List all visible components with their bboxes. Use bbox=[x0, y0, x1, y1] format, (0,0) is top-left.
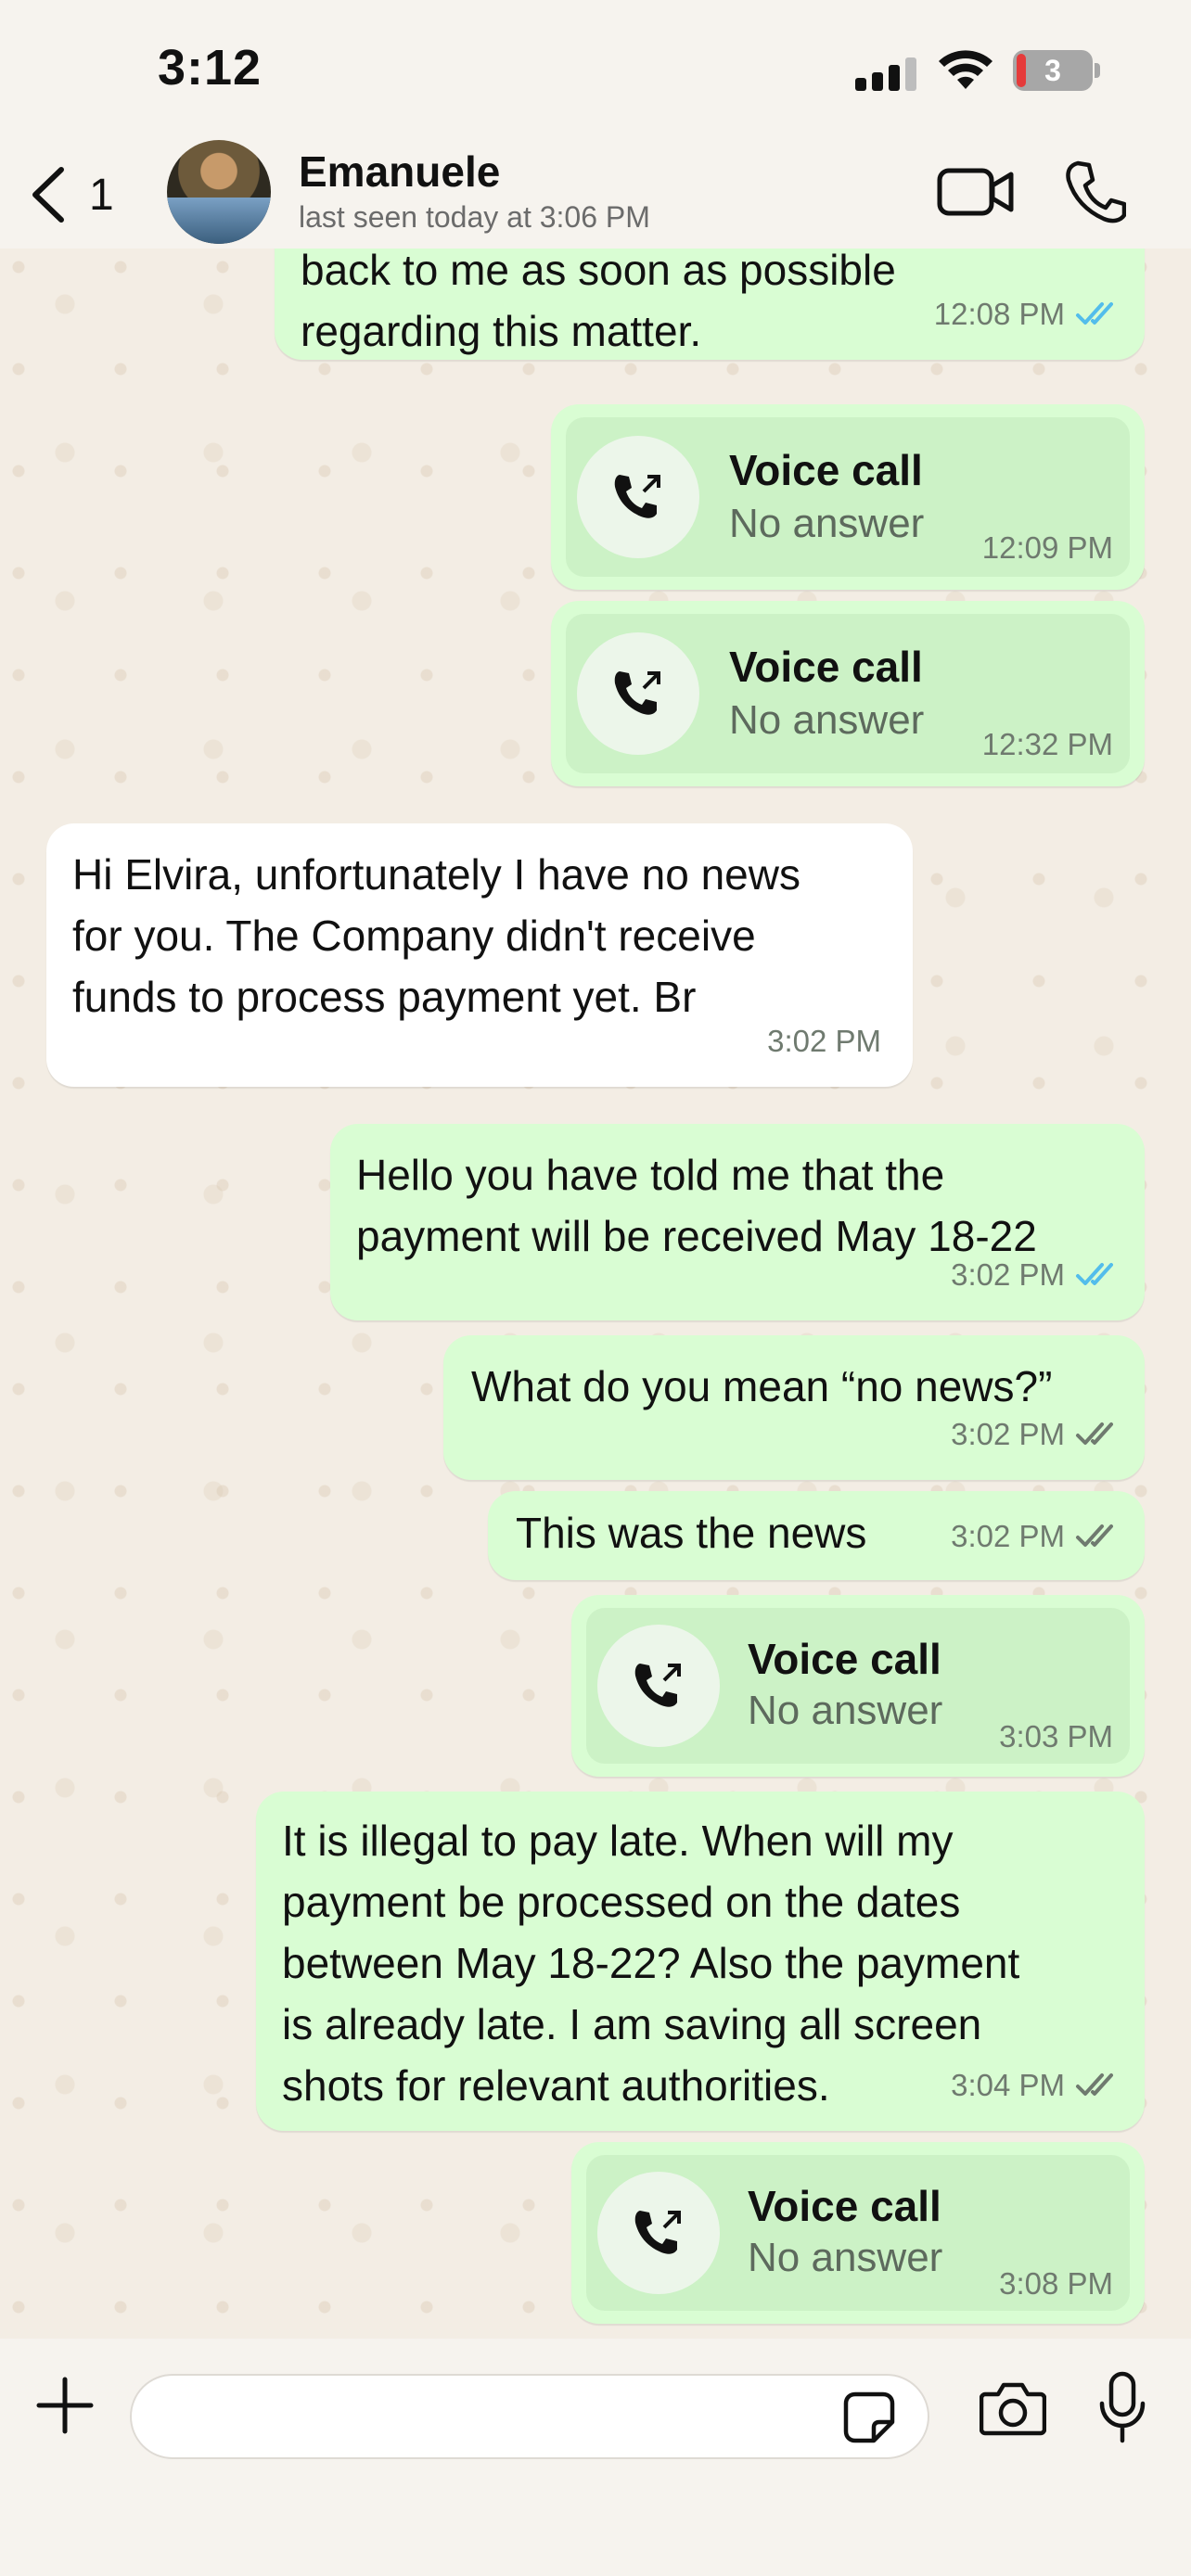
avatar[interactable] bbox=[167, 140, 271, 244]
voice-call-message[interactable]: Voice call No answer 12:09 PM bbox=[551, 404, 1145, 590]
camera-icon[interactable] bbox=[980, 2379, 1046, 2437]
sticker-icon[interactable] bbox=[842, 2391, 896, 2444]
message-text: This was the news bbox=[516, 1509, 867, 1557]
call-title: Voice call bbox=[729, 643, 923, 691]
message-time: 3:02 PM bbox=[951, 1519, 1065, 1553]
call-status: No answer bbox=[729, 697, 925, 743]
read-ticks-icon bbox=[1076, 1263, 1113, 1285]
message-text: back to me as soon as possible regarding… bbox=[301, 249, 896, 355]
call-time: 3:03 PM bbox=[999, 1719, 1113, 1753]
call-title: Voice call bbox=[748, 1635, 941, 1683]
wifi-icon bbox=[939, 50, 992, 89]
message-time: 3:02 PM bbox=[951, 1417, 1065, 1451]
message-meta: 3:02 PM bbox=[767, 1011, 881, 1072]
back-button[interactable]: 1 bbox=[28, 158, 114, 232]
message-time: 3:04 PM bbox=[951, 2068, 1065, 2102]
outgoing-message[interactable]: This was the news 3:02 PM bbox=[488, 1491, 1145, 1580]
message-input[interactable] bbox=[130, 2374, 929, 2459]
delivered-ticks-icon bbox=[1076, 2073, 1113, 2096]
call-status: No answer bbox=[748, 2235, 943, 2280]
outgoing-message[interactable]: It is illegal to pay late. When will my … bbox=[256, 1792, 1145, 2131]
unread-count: 1 bbox=[89, 170, 114, 220]
contact-name[interactable]: Emanuele bbox=[299, 147, 500, 197]
voice-call-message[interactable]: Voice call No answer 3:03 PM bbox=[571, 1595, 1145, 1777]
microphone-icon[interactable] bbox=[1095, 2370, 1150, 2444]
call-status: No answer bbox=[748, 1688, 943, 1733]
call-time: 12:09 PM bbox=[981, 530, 1113, 565]
phone-icon[interactable] bbox=[1065, 159, 1126, 224]
delivered-ticks-icon bbox=[1076, 1422, 1113, 1445]
call-status: No answer bbox=[729, 501, 925, 546]
cellular-signal-icon bbox=[855, 57, 916, 91]
outgoing-message[interactable]: What do you mean “no news?” 3:02 PM bbox=[443, 1335, 1145, 1480]
call-time: 3:08 PM bbox=[999, 2266, 1113, 2301]
plus-icon[interactable] bbox=[35, 2376, 95, 2435]
video-call-icon[interactable] bbox=[937, 163, 1015, 221]
message-time: 3:02 PM bbox=[951, 1257, 1065, 1292]
voice-call-message[interactable]: Voice call No answer 3:08 PM bbox=[571, 2142, 1145, 2324]
outgoing-message[interactable]: Hello you have told me that the payment … bbox=[330, 1124, 1145, 1320]
battery-level: 3 bbox=[1044, 54, 1061, 87]
chat-background: back to me as soon as possible regarding… bbox=[0, 249, 1191, 2339]
message-composer bbox=[0, 2339, 1191, 2576]
delivered-ticks-icon bbox=[1076, 1524, 1113, 1547]
call-title: Voice call bbox=[748, 2182, 941, 2230]
call-time: 12:32 PM bbox=[981, 727, 1113, 761]
message-meta: 3:02 PM bbox=[951, 1404, 1121, 1465]
chevron-left-icon bbox=[32, 167, 64, 223]
incoming-message[interactable]: Hi Elvira, unfortunately I have no news … bbox=[46, 823, 913, 1087]
chat-header: 1 Emanuele last seen today at 3:06 PM bbox=[0, 139, 1191, 249]
call-title: Voice call bbox=[729, 446, 923, 494]
outgoing-call-icon bbox=[577, 632, 699, 755]
voice-call-message[interactable]: Voice call No answer 12:32 PM bbox=[551, 601, 1145, 786]
outgoing-call-icon bbox=[597, 2172, 720, 2294]
message-meta: 3:02 PM bbox=[951, 1244, 1121, 1306]
status-time: 3:12 bbox=[158, 40, 263, 96]
read-ticks-icon bbox=[1076, 302, 1113, 325]
message-meta: 3:02 PM bbox=[951, 1506, 1121, 1567]
message-time: 3:02 PM bbox=[767, 1024, 881, 1058]
outgoing-call-icon bbox=[597, 1625, 720, 1747]
message-time: 12:08 PM bbox=[933, 297, 1065, 331]
status-bar: 3:12 3 bbox=[0, 0, 1191, 139]
message-text: Hi Elvira, unfortunately I have no news … bbox=[72, 850, 800, 1021]
message-text: Hello you have told me that the payment … bbox=[356, 1151, 1037, 1260]
message-meta: 3:04 PM bbox=[951, 2055, 1121, 2116]
message-meta: 12:08 PM bbox=[934, 284, 1121, 345]
outgoing-call-icon bbox=[577, 436, 699, 558]
last-seen-status: last seen today at 3:06 PM bbox=[299, 200, 650, 234]
message-text: It is illegal to pay late. When will my … bbox=[282, 1817, 1020, 2110]
battery-icon: 3 bbox=[1013, 50, 1100, 91]
outgoing-message[interactable]: back to me as soon as possible regarding… bbox=[275, 249, 1145, 360]
